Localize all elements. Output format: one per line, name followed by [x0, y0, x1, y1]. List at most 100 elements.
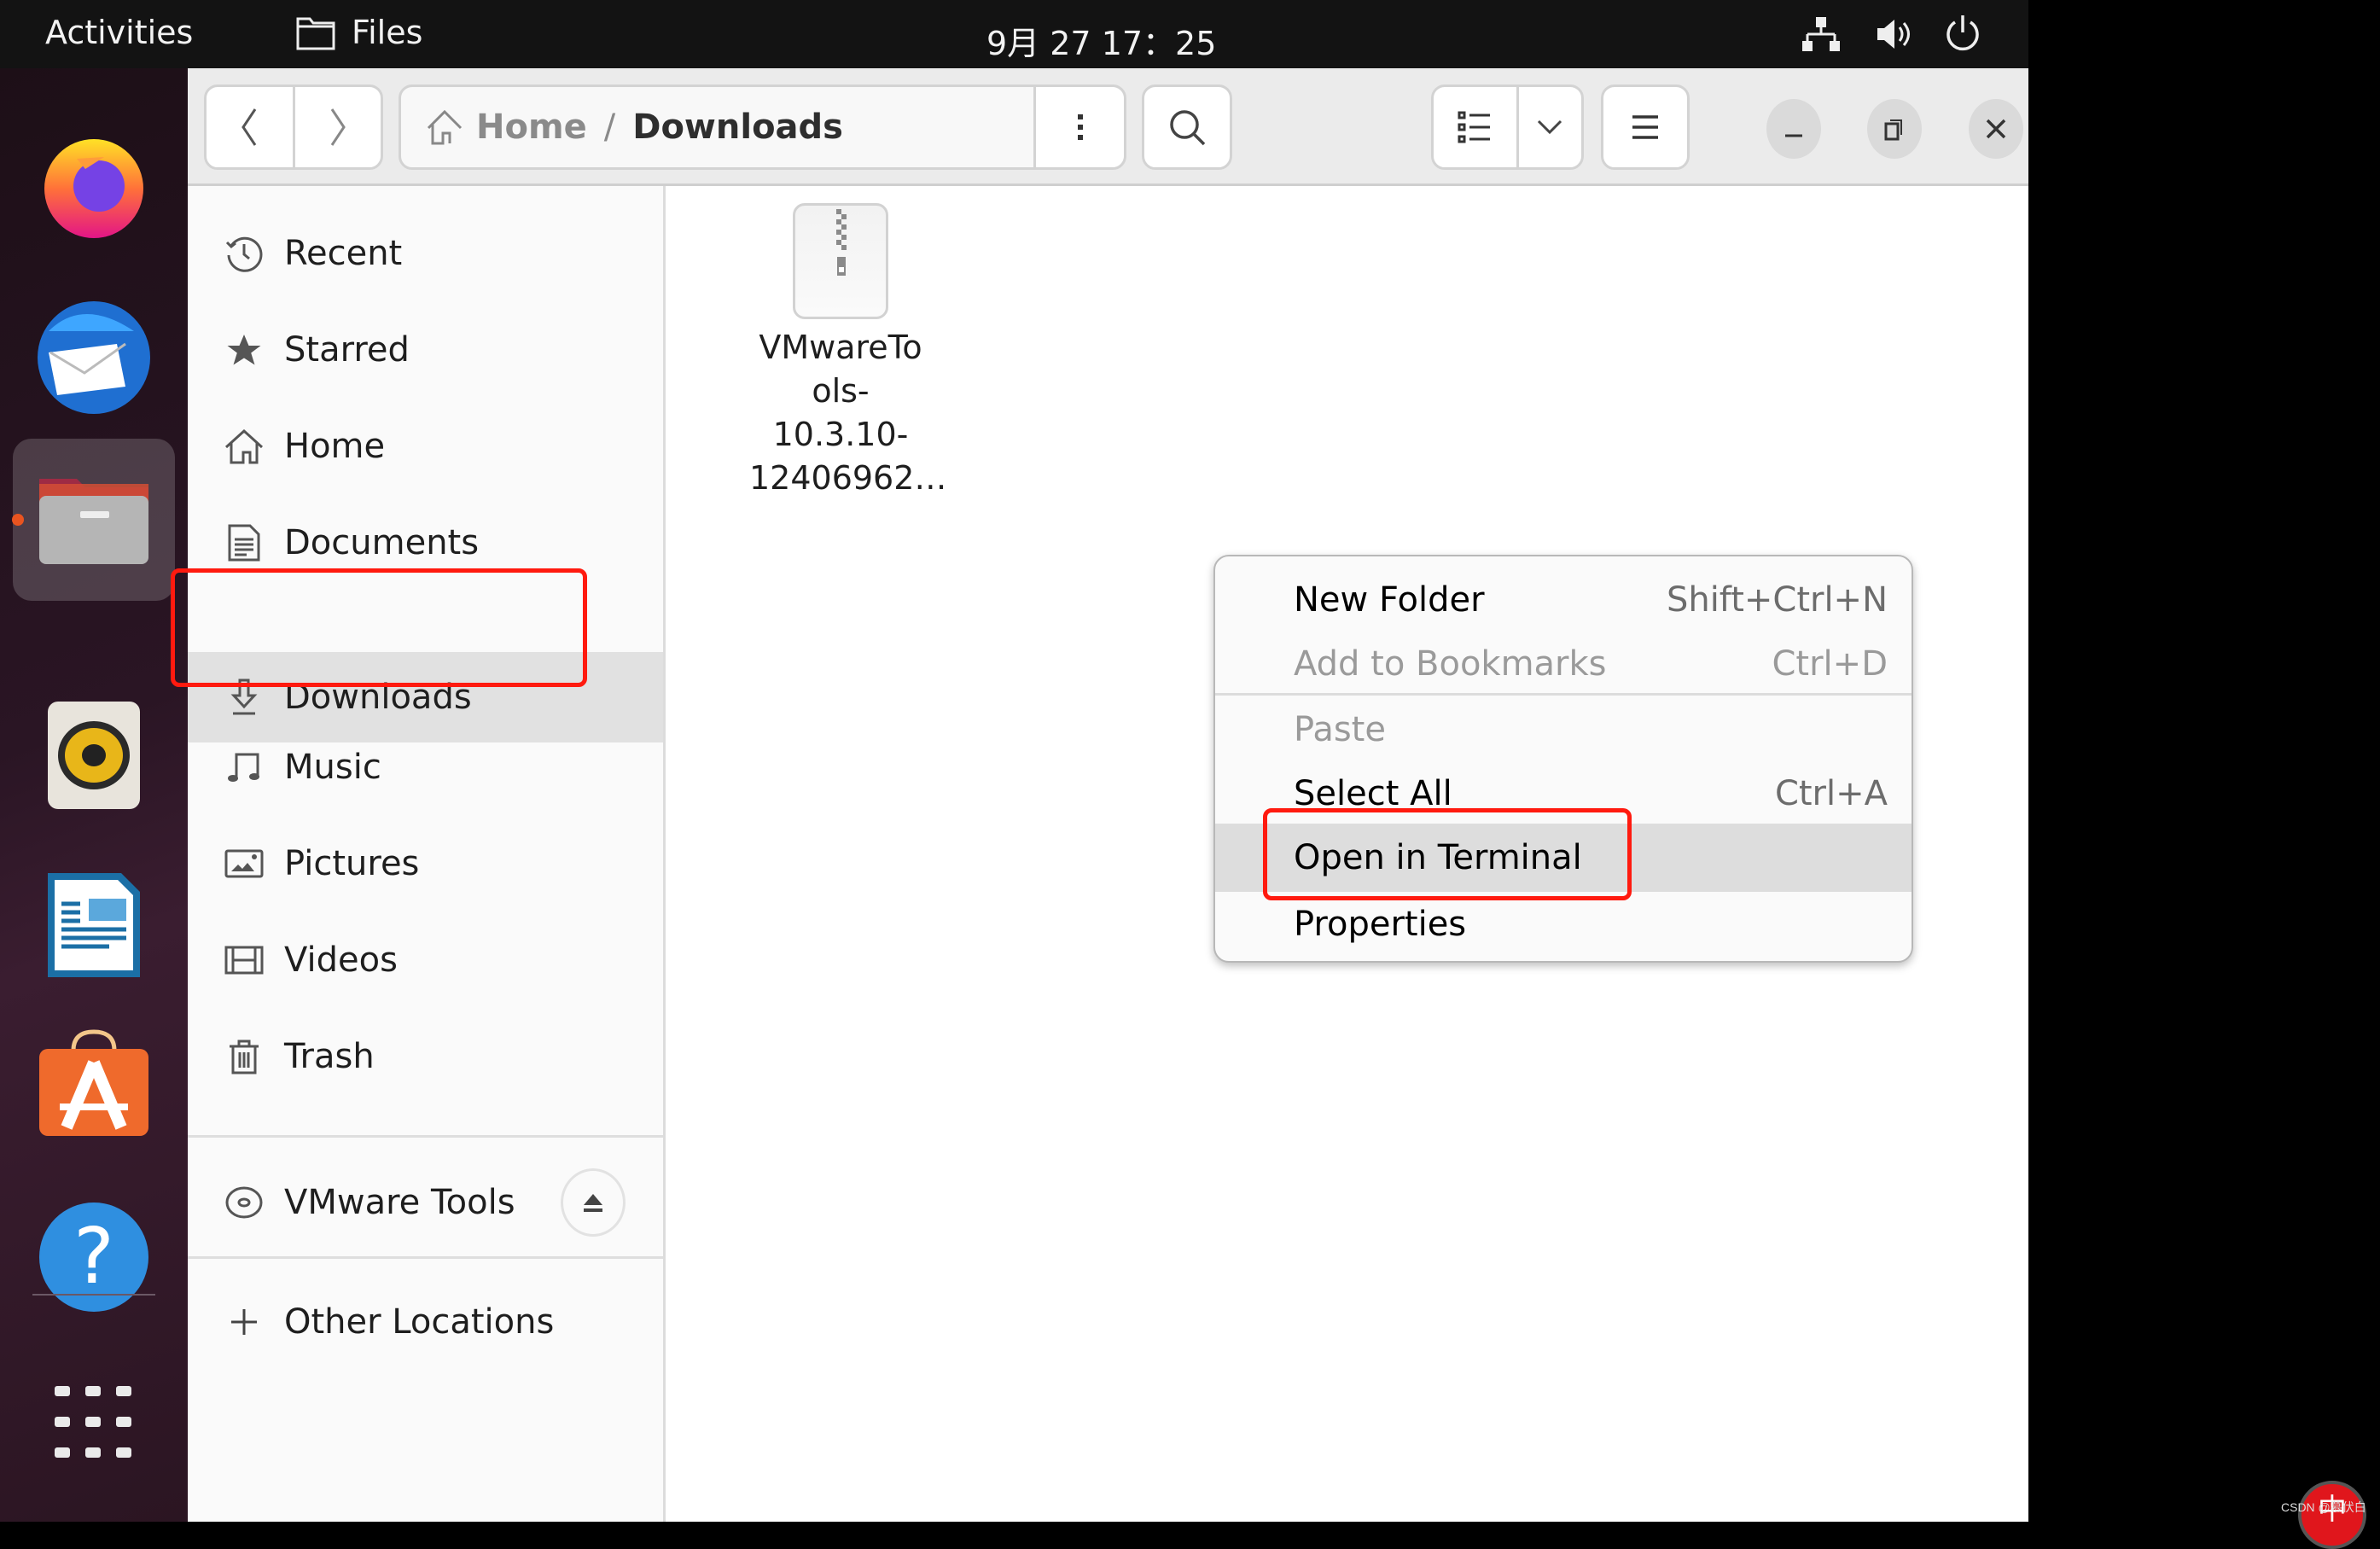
minimize-icon [1785, 134, 1802, 137]
menu-item-new-folder[interactable]: New Folder Shift+Ctrl+N [1215, 568, 1912, 632]
location-menu-button[interactable] [1033, 87, 1124, 167]
sidebar-item-label: Documents [284, 523, 480, 562]
context-menu: New Folder Shift+Ctrl+N Add to Bookmarks… [1213, 555, 1913, 963]
app-menu-button[interactable]: Files [352, 14, 422, 51]
view-dropdown-button[interactable] [1519, 87, 1581, 167]
sidebar-item-music[interactable]: Music [188, 722, 663, 812]
sidebar-item-videos[interactable]: Videos [188, 915, 663, 1005]
file-name: VMwareTo ols-10.3.10- 12406962… [749, 326, 946, 500]
sidebar-item-pictures[interactable]: Pictures [188, 818, 663, 909]
archive-icon [793, 203, 888, 319]
sidebar-item-label: Other Locations [284, 1302, 555, 1342]
breadcrumb-separator: / [603, 108, 616, 147]
maximize-button[interactable] [1867, 99, 1922, 159]
activities-button[interactable]: Activities [45, 14, 193, 51]
menu-separator [1215, 693, 1912, 696]
close-icon [1986, 119, 2006, 139]
sidebar-item-label: Pictures [284, 844, 420, 883]
sidebar-item-label: VMware Tools [284, 1183, 515, 1222]
annotation-box-downloads [171, 568, 587, 687]
show-applications-button[interactable] [27, 1357, 160, 1490]
close-button[interactable] [1969, 99, 2023, 159]
eject-icon [584, 1194, 602, 1212]
search-button[interactable] [1142, 84, 1232, 170]
sidebar-item-label: Home [284, 427, 386, 466]
sidebar-item-label: Recent [284, 234, 403, 273]
minimize-button[interactable] [1766, 99, 1821, 159]
dock-firefox[interactable] [27, 118, 160, 251]
running-indicator [12, 514, 24, 526]
breadcrumb-current[interactable]: Downloads [632, 108, 843, 147]
power-icon[interactable] [1944, 12, 1981, 56]
help-icon: ? [39, 1203, 148, 1312]
clock[interactable]: 9月 27 17：25 [986, 17, 1216, 64]
sidebar-item-vmware-tools[interactable]: VMware Tools [188, 1157, 663, 1248]
sidebar-item-other-locations[interactable]: Other Locations [188, 1277, 663, 1367]
location-bar: Home / Downloads [399, 84, 1126, 170]
dock-help[interactable]: ? [27, 1191, 160, 1324]
disc-icon [220, 1179, 268, 1226]
file-name-line: VMwareTo [759, 329, 922, 366]
watermark: CSDN @慕伏白 [2281, 1500, 2366, 1514]
nav-buttons [204, 84, 383, 170]
video-icon [220, 936, 268, 984]
sidebar-separator [188, 1256, 663, 1259]
top-bar: Activities Files 9月 27 17：25 [0, 0, 2028, 68]
file-item[interactable]: VMwareTo ols-10.3.10- 12406962… [749, 203, 946, 500]
dock-writer[interactable] [27, 858, 160, 991]
dock-rhythmbox[interactable] [27, 689, 160, 822]
menu-item-add-to-bookmarks[interactable]: Add to Bookmarks Ctrl+D [1215, 632, 1912, 696]
dock-files[interactable] [13, 439, 175, 601]
chevron-left-icon [241, 108, 257, 146]
rhythmbox-icon [48, 702, 140, 809]
menu-item-label: Properties [1294, 905, 1467, 944]
menu-item-paste[interactable]: Paste [1215, 697, 1912, 762]
music-icon [220, 743, 268, 791]
restore-icon [1884, 119, 1902, 141]
more-vertical-icon [1077, 114, 1083, 140]
sidebar-item-home[interactable]: Home [188, 401, 663, 492]
hamburger-menu-icon [1632, 115, 1658, 139]
list-view-button[interactable] [1434, 87, 1519, 167]
menu-item-label: Paste [1294, 710, 1386, 749]
app-grid-icon [55, 1386, 131, 1458]
sidebar-item-starred[interactable]: Starred [188, 305, 663, 395]
dock-separator [32, 1294, 155, 1296]
forward-button[interactable] [295, 87, 381, 167]
plus-icon [220, 1298, 268, 1346]
sidebar-item-trash[interactable]: Trash [188, 1011, 663, 1102]
sidebar-item-label: Starred [284, 330, 410, 370]
trash-icon [220, 1033, 268, 1080]
file-name-line: ols-10.3.10- [772, 372, 909, 453]
svg-text:?: ? [73, 1212, 114, 1302]
star-icon [220, 326, 268, 374]
menu-item-shortcut: Shift+Ctrl+N [1666, 580, 1888, 620]
back-button[interactable] [207, 87, 295, 167]
breadcrumb-home[interactable]: Home [425, 108, 587, 147]
volume-icon[interactable] [1874, 15, 1913, 56]
dock: ? [0, 68, 188, 1522]
header-bar: Home / Downloads [188, 68, 2028, 186]
home-icon [427, 109, 463, 145]
eject-button[interactable] [561, 1168, 626, 1237]
list-view-icon [1458, 111, 1491, 143]
dock-ubuntu-software[interactable] [27, 1017, 160, 1150]
sidebar-item-label: Music [284, 748, 381, 787]
dock-thunderbird[interactable] [27, 288, 160, 422]
menu-item-properties[interactable]: Properties [1215, 892, 1912, 957]
pictures-icon [220, 840, 268, 888]
menu-item-label: Add to Bookmarks [1294, 644, 1607, 684]
sidebar-item-recent[interactable]: Recent [188, 208, 663, 299]
home-icon [220, 422, 268, 470]
clock-icon [220, 230, 268, 277]
network-icon[interactable] [1801, 15, 1842, 56]
annotation-box-open-in-terminal [1263, 808, 1632, 900]
view-options-group [1431, 84, 1584, 170]
firefox-icon [44, 139, 143, 238]
files-icon [39, 479, 148, 564]
folder-icon [295, 15, 336, 55]
breadcrumb-home-label: Home [476, 108, 587, 147]
menu-item-label: New Folder [1294, 580, 1485, 620]
search-icon [1170, 110, 1206, 146]
main-menu-button[interactable] [1601, 84, 1690, 170]
